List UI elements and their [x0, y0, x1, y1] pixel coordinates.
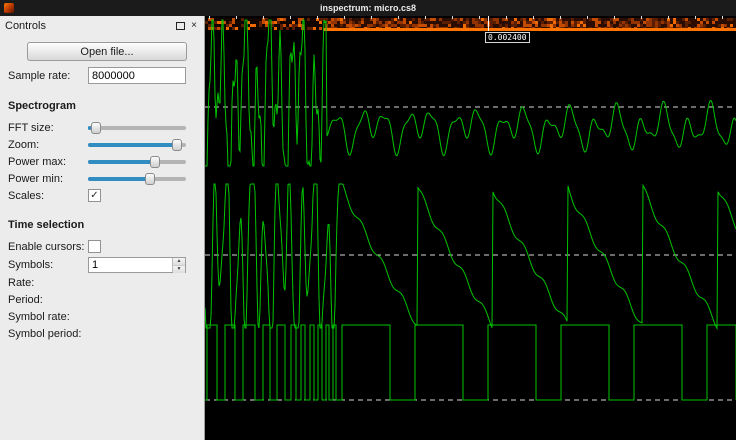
sample-rate-row: Sample rate:	[0, 67, 204, 84]
app-window: inspectrum: micro.cs8 Controls × Open fi…	[0, 0, 736, 440]
symbol-period-row: Symbol period:	[0, 326, 204, 341]
signal-traces	[205, 19, 736, 401]
symbols-spin-up-button[interactable]: ▲	[173, 257, 185, 266]
float-icon	[175, 22, 185, 30]
enable-cursors-checkbox[interactable]	[88, 240, 101, 253]
close-panel-button[interactable]: ×	[188, 20, 200, 32]
power-min-row: Power min:	[0, 171, 204, 186]
power-max-slider-handle[interactable]	[149, 155, 160, 168]
app-icon	[4, 3, 14, 13]
scales-label: Scales:	[8, 189, 45, 202]
power-max-slider[interactable]	[88, 155, 186, 169]
sample-rate-label: Sample rate:	[8, 69, 71, 82]
symbols-spin-down-button[interactable]: ▼	[173, 265, 185, 273]
panel-title: Controls	[5, 20, 46, 32]
symbols-label: Symbols:	[8, 258, 54, 271]
zoom-slider[interactable]	[88, 138, 186, 152]
rate-row: Rate:	[0, 275, 204, 290]
zoom-label: Zoom:	[8, 138, 40, 151]
symbols-input[interactable]	[89, 257, 172, 272]
fft-size-slider-handle[interactable]	[90, 121, 101, 134]
period-label: Period:	[8, 293, 43, 306]
time-tick-label: 0.002400	[485, 32, 530, 43]
symbols-spinbox: ▲ ▼	[88, 256, 186, 273]
symbols-row: Symbols: ▲ ▼	[0, 256, 204, 273]
window-title: inspectrum: micro.cs8	[319, 3, 417, 13]
power-min-label: Power min:	[8, 172, 64, 185]
power-max-row: Power max:	[0, 154, 204, 169]
enable-cursors-label: Enable cursors:	[8, 240, 85, 253]
zoom-row: Zoom:	[0, 137, 204, 152]
sample-rate-input[interactable]	[88, 67, 186, 84]
fft-size-row: FFT size:	[0, 120, 204, 135]
plot-area[interactable]: 0.002400	[205, 16, 736, 440]
time-selection-section-title: Time selection	[8, 219, 85, 231]
power-min-slider[interactable]	[88, 172, 186, 186]
fft-size-label: FFT size:	[8, 121, 54, 134]
controls-panel-header: Controls ×	[0, 16, 204, 34]
zoom-slider-handle[interactable]	[171, 138, 182, 151]
controls-panel: Controls × Open file... Sample rate: Spe…	[0, 16, 205, 440]
window-titlebar: inspectrum: micro.cs8	[0, 0, 736, 16]
spectrogram-section-title: Spectrogram	[8, 100, 76, 112]
scales-checkbox[interactable]: ✓	[88, 189, 101, 202]
fft-size-slider[interactable]	[88, 121, 186, 135]
symbol-period-label: Symbol period:	[8, 327, 82, 340]
symbol-rate-label: Symbol rate:	[8, 310, 70, 323]
symbol-rate-row: Symbol rate:	[0, 309, 204, 324]
rate-label: Rate:	[8, 276, 35, 289]
power-max-label: Power max:	[8, 155, 67, 168]
period-row: Period:	[0, 292, 204, 307]
power-min-slider-handle[interactable]	[145, 172, 156, 185]
enable-cursors-row: Enable cursors:	[0, 239, 204, 254]
open-file-button[interactable]: Open file...	[27, 42, 187, 61]
scales-row: Scales: ✓	[0, 188, 204, 203]
float-panel-button[interactable]	[174, 20, 186, 32]
